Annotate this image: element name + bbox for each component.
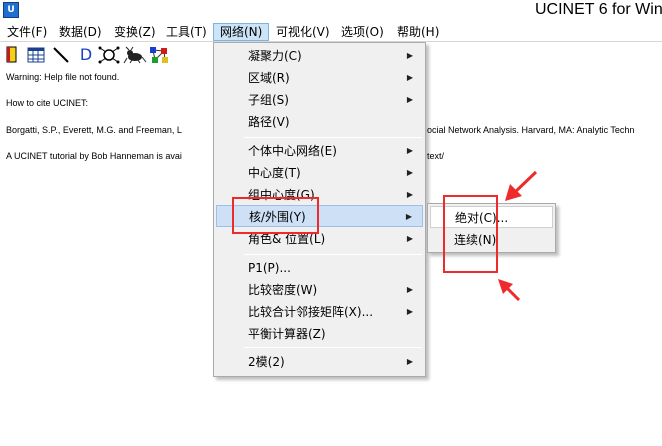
annotation-arrows (498, 170, 538, 302)
annotation-arrow-up-icon (505, 170, 538, 201)
annotation-arrow-down-icon (498, 279, 521, 302)
